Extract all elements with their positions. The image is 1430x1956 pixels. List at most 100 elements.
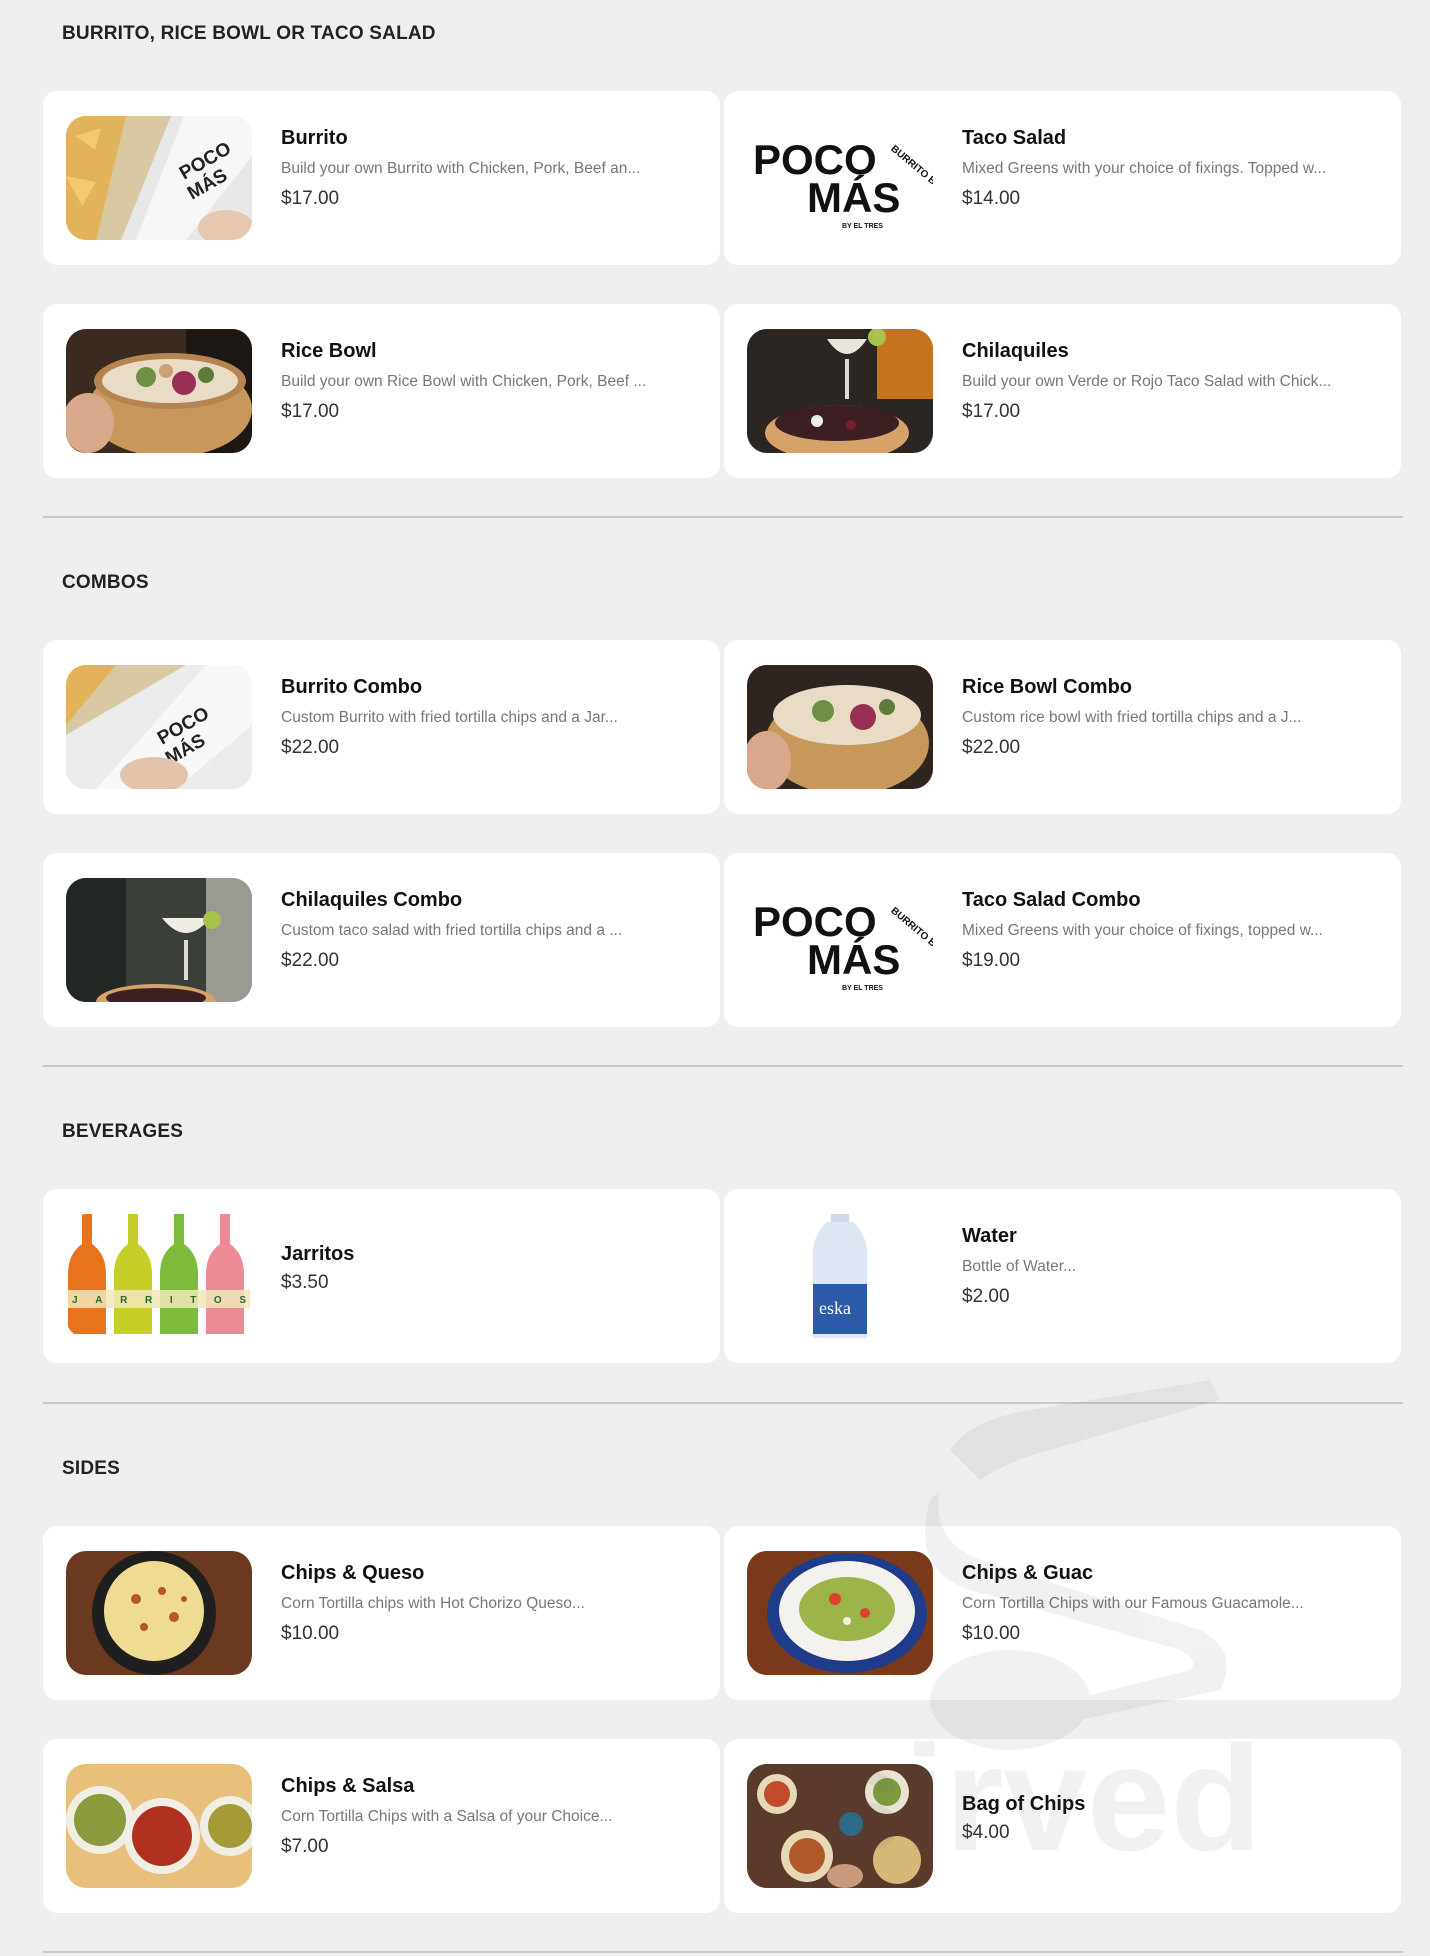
item-info: Chips & Salsa Corn Tortilla Chips with a… (281, 1775, 680, 1858)
chilaquiles-margarita-photo (66, 878, 252, 1002)
item-name: Taco Salad Combo (962, 889, 1141, 911)
section-title: COMBOS (62, 572, 149, 593)
menu-item-card[interactable]: Chips & Guac Corn Tortilla Chips with ou… (724, 1526, 1401, 1700)
item-info: Rice Bowl Build your own Rice Bowl with … (281, 340, 680, 423)
item-name: Rice Bowl Combo (962, 676, 1133, 698)
chilaquiles-margarita-photo (747, 329, 933, 453)
rice-bowl-photo (747, 665, 933, 789)
item-price: $22.00 (281, 737, 340, 758)
section-divider (43, 1065, 1403, 1067)
burrito-wrap-photo: POCO MÁS (66, 665, 252, 789)
water-bottle-photo: eska (747, 1214, 933, 1338)
logo-line2: MÁS (807, 936, 900, 983)
menu-item-card[interactable]: Rice Bowl Combo Custom rice bowl with fr… (724, 640, 1401, 814)
item-name: Chilaquiles (962, 340, 1069, 362)
menu-item-card[interactable]: POCO MÁS Burrito Combo Custom Burrito wi… (43, 640, 720, 814)
item-description: Corn Tortilla Chips with our Famous Guac… (962, 1595, 1304, 1612)
item-name: Water (962, 1225, 1017, 1247)
item-description: Build your own Rice Bowl with Chicken, P… (281, 373, 647, 390)
item-name: Rice Bowl (281, 340, 377, 362)
section-title: BURRITO, RICE BOWL OR TACO SALAD (62, 23, 436, 44)
menu-page: BURRITO, RICE BOWL OR TACO SALAD POCO MÁ… (0, 0, 1430, 1956)
item-price: $4.00 (962, 1822, 1010, 1843)
jarritos-bottles-photo: JARRITOS (66, 1214, 252, 1338)
burrito-wrap-photo: POCO MÁS (66, 116, 252, 240)
item-description: Custom Burrito with fried tortilla chips… (281, 709, 618, 726)
guacamole-bowl-photo (747, 1551, 933, 1675)
item-price: $10.00 (281, 1623, 340, 1644)
item-price: $10.00 (962, 1623, 1021, 1644)
item-info: Chips & Guac Corn Tortilla Chips with ou… (962, 1562, 1361, 1645)
item-name: Jarritos (281, 1243, 355, 1265)
menu-item-card[interactable]: POCO MÁS BURRITO BAR BY EL TRES Taco Sal… (724, 91, 1401, 265)
item-name: Chilaquiles Combo (281, 889, 463, 911)
section-beverages: BEVERAGES JARRITOS Jarritos $3.50 eska W… (43, 1098, 1403, 1368)
salsa-bowls-photo (66, 1764, 252, 1888)
item-price: $14.00 (962, 188, 1021, 209)
item-price: $17.00 (281, 401, 340, 422)
item-info: Chilaquiles Build your own Verde or Rojo… (962, 340, 1361, 423)
water-label: eska (819, 1298, 851, 1318)
item-info: Water Bottle of Water... $2.00 (962, 1225, 1361, 1308)
item-info: Chips & Queso Corn Tortilla chips with H… (281, 1562, 680, 1645)
menu-item-card[interactable]: Chilaquiles Combo Custom taco salad with… (43, 853, 720, 1027)
item-name: Burrito Combo (281, 676, 423, 698)
item-price: $17.00 (962, 401, 1021, 422)
menu-item-card[interactable]: POCO MÁS Burrito Build your own Burrito … (43, 91, 720, 265)
item-price: $2.00 (962, 1286, 1010, 1307)
menu-item-card[interactable]: Chips & Queso Corn Tortilla chips with H… (43, 1526, 720, 1700)
item-description: Custom rice bowl with fried tortilla chi… (962, 709, 1302, 726)
section-divider (43, 516, 1403, 518)
item-info: Taco Salad Mixed Greens with your choice… (962, 127, 1361, 210)
item-name: Chips & Salsa (281, 1775, 415, 1797)
section-title: SIDES (62, 1458, 121, 1479)
item-description: Corn Tortilla Chips with a Salsa of your… (281, 1808, 613, 1825)
logo-tagline: BY EL TRES (842, 985, 883, 992)
logo-line2: MÁS (807, 174, 900, 221)
item-description: Bottle of Water... (962, 1258, 1077, 1275)
table-spread-photo (747, 1764, 933, 1888)
section-divider (43, 1402, 1403, 1404)
section-sides: SIDES Chips & Queso Corn Tortilla chips … (43, 1435, 1403, 1915)
menu-item-card[interactable]: Chilaquiles Build your own Verde or Rojo… (724, 304, 1401, 478)
rice-bowl-photo (66, 329, 252, 453)
item-info: Jarritos $3.50 (281, 1243, 680, 1294)
item-description: Build your own Verde or Rojo Taco Salad … (962, 373, 1332, 390)
item-price: $3.50 (281, 1272, 329, 1293)
section-burrito-rice-bowl-taco-salad: BURRITO, RICE BOWL OR TACO SALAD POCO MÁ… (43, 0, 1403, 480)
menu-item-card[interactable]: Chips & Salsa Corn Tortilla Chips with a… (43, 1739, 720, 1913)
item-name: Chips & Queso (281, 1562, 425, 1584)
item-name: Chips & Guac (962, 1562, 1094, 1584)
item-info: Burrito Combo Custom Burrito with fried … (281, 676, 680, 759)
item-description: Corn Tortilla chips with Hot Chorizo Que… (281, 1595, 585, 1612)
item-description: Mixed Greens with your choice of fixings… (962, 922, 1323, 939)
item-info: Chilaquiles Combo Custom taco salad with… (281, 889, 680, 972)
item-name: Bag of Chips (962, 1793, 1086, 1815)
queso-skillet-photo (66, 1551, 252, 1675)
item-name: Taco Salad (962, 127, 1067, 149)
section-divider (43, 1951, 1403, 1953)
item-price: $19.00 (962, 950, 1021, 971)
item-price: $22.00 (281, 950, 340, 971)
item-price: $17.00 (281, 188, 340, 209)
menu-item-card[interactable]: Bag of Chips $4.00 (724, 1739, 1401, 1913)
logo-tagline: BY EL TRES (842, 223, 883, 230)
poco-mas-logo: POCO MÁS BURRITO BAR BY EL TRES (747, 116, 933, 240)
menu-item-card[interactable]: Rice Bowl Build your own Rice Bowl with … (43, 304, 720, 478)
item-description: Build your own Burrito with Chicken, Por… (281, 160, 641, 177)
item-info: Rice Bowl Combo Custom rice bowl with fr… (962, 676, 1361, 759)
poco-mas-logo: POCO MÁS BURRITO BAR BY EL TRES (747, 878, 933, 1002)
item-price: $7.00 (281, 1836, 329, 1857)
item-info: Burrito Build your own Burrito with Chic… (281, 127, 680, 210)
section-title: BEVERAGES (62, 1121, 184, 1142)
section-combos: COMBOS POCO MÁS Burrito Combo Custom Bur… (43, 549, 1403, 1029)
menu-item-card[interactable]: eska Water Bottle of Water... $2.00 (724, 1189, 1401, 1363)
item-info: Taco Salad Combo Mixed Greens with your … (962, 889, 1361, 972)
menu-item-card[interactable]: JARRITOS Jarritos $3.50 (43, 1189, 720, 1363)
item-price: $22.00 (962, 737, 1021, 758)
item-name: Burrito (281, 127, 348, 149)
item-description: Mixed Greens with your choice of fixings… (962, 160, 1327, 177)
item-description: Custom taco salad with fried tortilla ch… (281, 922, 623, 939)
menu-item-card[interactable]: POCO MÁS BURRITO BAR BY EL TRES Taco Sal… (724, 853, 1401, 1027)
item-info: Bag of Chips $4.00 (962, 1793, 1361, 1844)
